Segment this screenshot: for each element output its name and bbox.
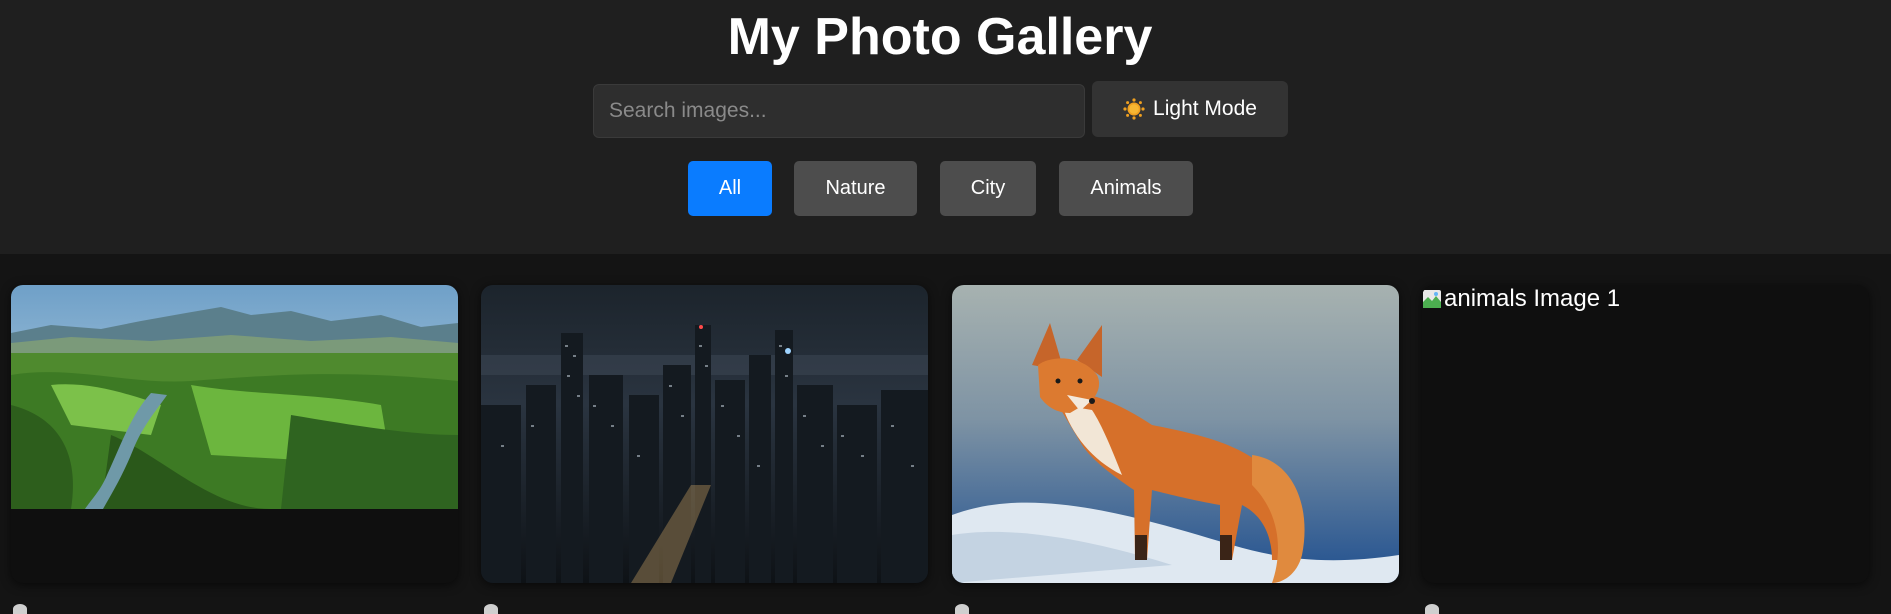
broken-image-alt: animals Image 1: [1444, 285, 1621, 312]
gallery-header: My Photo Gallery Light Mode All Nature C…: [0, 0, 1891, 254]
next-row-stub: [955, 604, 969, 614]
city-image[interactable]: [481, 285, 928, 583]
gallery-card-fox[interactable]: [952, 285, 1399, 583]
gallery-card-city[interactable]: [481, 285, 928, 583]
page-title: My Photo Gallery: [727, 8, 1153, 66]
nature-image[interactable]: [11, 285, 458, 509]
next-row-stub: [1425, 604, 1439, 614]
search-input[interactable]: [593, 84, 1085, 138]
fox-image[interactable]: [952, 285, 1399, 583]
next-row-stub: [13, 604, 27, 614]
filter-all[interactable]: All: [688, 161, 772, 216]
filter-city[interactable]: City: [940, 161, 1036, 216]
sun-icon: [1123, 98, 1145, 120]
broken-image-icon: [1423, 290, 1441, 308]
light-mode-label: Light Mode: [1153, 97, 1257, 120]
gallery-card-broken[interactable]: animals Image 1: [1422, 285, 1869, 583]
filter-nature[interactable]: Nature: [794, 161, 917, 216]
next-row-stub: [484, 604, 498, 614]
light-mode-button[interactable]: Light Mode: [1092, 81, 1288, 137]
broken-image[interactable]: animals Image 1: [1422, 285, 1620, 313]
gallery-card-nature[interactable]: [11, 285, 458, 583]
filter-animals[interactable]: Animals: [1059, 161, 1193, 216]
